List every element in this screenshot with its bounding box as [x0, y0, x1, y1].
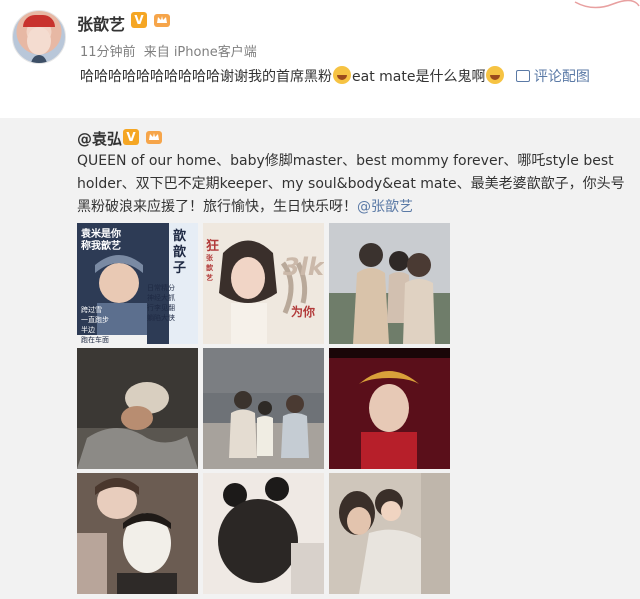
repost-body: QUEEN of our home、baby修脚master、best momm…: [77, 153, 625, 215]
post-time: 11分钟前: [80, 45, 136, 60]
vip-crown-icon: [154, 14, 170, 27]
photo-2-graphic: [203, 223, 324, 344]
photo-4-graphic: [77, 348, 198, 469]
photo-1-list-2: 神经大抓: [147, 294, 175, 302]
comment-image-icon: [515, 70, 530, 82]
photo-9-graphic: [329, 473, 450, 594]
image-grid: 袁米是你 称我歆艺 歆 歆 子 日常精分 神经大抓 行李见翻 躺陷大侠 跨过雪 …: [77, 223, 451, 594]
photo-1-title-char-3: 子: [173, 261, 187, 276]
post-header: 张歆艺 V 11分钟前 来自 iPhone客户端 哈哈哈哈哈哈哈哈哈哈谢谢我的首…: [0, 0, 640, 118]
decoration-stamp-icon: [574, 0, 640, 9]
photo-5-graphic: [203, 348, 324, 469]
laugh-cry-icon: [333, 66, 351, 84]
photo-3-graphic: [329, 223, 450, 344]
photo-7[interactable]: [77, 473, 198, 594]
laugh-cry-icon: [486, 66, 505, 84]
photo-2-caption-b: 张歆艺: [206, 254, 213, 282]
photo-2-caption-c: 为你: [291, 305, 316, 319]
post-username[interactable]: 张歆艺: [77, 11, 125, 35]
photo-1-caption-b: 称我歆艺: [81, 241, 121, 252]
photo-8[interactable]: [203, 473, 324, 594]
post-text-part2: eat mate是什么鬼啊: [352, 69, 486, 85]
photo-5[interactable]: [203, 348, 324, 469]
post-meta: 11分钟前 来自 iPhone客户端: [80, 41, 261, 60]
photo-1-side-3: 半边: [81, 326, 95, 334]
comment-image-button[interactable]: 评论配图: [510, 69, 590, 85]
photo-2[interactable]: 狂 张歆艺 为你 3lk: [203, 223, 324, 344]
post-text-part1: 哈哈哈哈哈哈哈哈哈哈谢谢我的首席黑粉: [80, 69, 332, 85]
comment-image-label: 评论配图: [533, 69, 590, 85]
photo-6-graphic: [329, 348, 450, 469]
post-text: 哈哈哈哈哈哈哈哈哈哈谢谢我的首席黑粉 eat mate是什么鬼啊 评论配图: [80, 65, 632, 89]
repost-text: QUEEN of our home、baby修脚master、best momm…: [77, 150, 627, 219]
repost-card[interactable]: @袁弘 V QUEEN of our home、baby修脚master、bes…: [0, 118, 640, 599]
photo-1-side-1: 跨过雪: [81, 306, 102, 314]
photo-2-caption-a: 狂: [206, 239, 220, 254]
photo-2-caption-d: 3lk: [283, 253, 324, 281]
vip-crown-icon: [146, 131, 162, 144]
photo-1-side-4: 跑在车面: [81, 336, 109, 344]
repost-author[interactable]: @袁弘: [77, 128, 122, 149]
photo-8-graphic: [203, 473, 324, 594]
photo-7-graphic: [77, 473, 198, 594]
photo-1-list-4: 躺陷大侠: [147, 314, 175, 322]
avatar[interactable]: [12, 10, 66, 64]
photo-1[interactable]: 袁米是你 称我歆艺 歆 歆 子 日常精分 神经大抓 行李见翻 躺陷大侠 跨过雪 …: [77, 223, 198, 344]
verified-badge-icon: V: [131, 12, 147, 28]
verified-badge-icon: V: [123, 129, 139, 145]
photo-1-side-2: 一直跑步: [81, 316, 109, 324]
photo-9[interactable]: [329, 473, 450, 594]
photo-1-list-1: 日常精分: [147, 284, 175, 292]
photo-1-list-3: 行李见翻: [147, 304, 175, 312]
photo-3[interactable]: [329, 223, 450, 344]
photo-6[interactable]: [329, 348, 450, 469]
photo-4[interactable]: [77, 348, 198, 469]
mention-link[interactable]: @张歆艺: [357, 199, 413, 215]
post-source: 来自 iPhone客户端: [143, 45, 257, 60]
